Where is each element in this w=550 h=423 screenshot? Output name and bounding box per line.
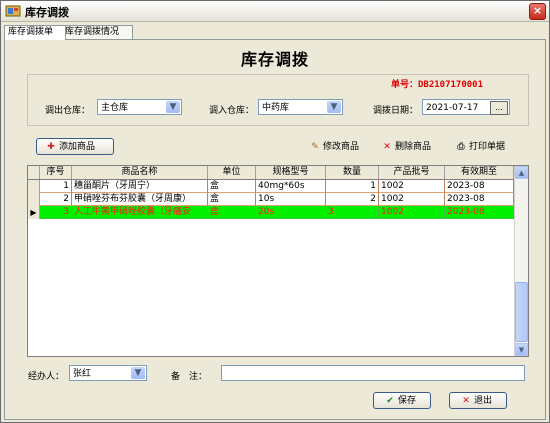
delete-item-label: 删除商品 <box>395 142 432 152</box>
edit-item-label: 修改商品 <box>323 142 360 152</box>
tab-transfer-status[interactable]: 库存调拨情况 <box>61 25 133 39</box>
delete-item-button[interactable]: ✕ 删除商品 <box>381 139 431 155</box>
plus-icon: ✚ <box>47 142 55 152</box>
chevron-down-icon[interactable]: ▼ <box>327 101 341 113</box>
add-item-label: 添加商品 <box>59 142 96 152</box>
col-header[interactable]: 序号 <box>40 166 72 179</box>
cell-qty: 1 <box>326 180 379 193</box>
cell-no: 1 <box>40 180 72 193</box>
print-button[interactable]: ⎙ 打印单据 <box>455 139 505 155</box>
cell-batch: 1002 <box>379 206 445 219</box>
cell-expiry: 2023-08 <box>445 206 514 219</box>
cell-name: 穗甾酮片（牙周宁） <box>72 180 208 193</box>
add-item-button[interactable]: ✚ 添加商品 <box>36 138 114 155</box>
out-warehouse-label: 调出仓库： <box>45 106 91 116</box>
row-pointer-icon: ▶ <box>28 206 40 219</box>
out-warehouse-value: 主仓库 <box>101 103 129 113</box>
table-header: 序号 商品名称 单位 规格型号 数量 产品批号 有效期至 <box>28 166 514 180</box>
cell-name: 甲硝唑芬布芬胶囊（牙周康） <box>72 193 208 206</box>
date-picker-button[interactable]: ... <box>490 101 508 115</box>
cell-qty: 3 <box>326 206 379 219</box>
close-x-icon: ✕ <box>462 396 470 406</box>
col-header[interactable]: 有效期至 <box>445 166 514 179</box>
remark-input[interactable] <box>221 365 525 381</box>
save-button[interactable]: ✔ 保存 <box>373 392 431 409</box>
exit-label: 退出 <box>474 396 493 406</box>
cell-unit: 盒 <box>208 206 256 219</box>
cell-unit: 盒 <box>208 180 256 193</box>
scroll-up-icon[interactable]: ▲ <box>515 166 528 179</box>
scroll-thumb[interactable] <box>515 282 528 342</box>
cell-spec: 20s <box>256 206 326 219</box>
cell-spec: 10s <box>256 193 326 206</box>
handler-label: 经办人： <box>28 372 65 382</box>
cell-batch: 1002 <box>379 180 445 193</box>
exit-button[interactable]: ✕ 退出 <box>449 392 507 409</box>
cell-no: 2 <box>40 193 72 206</box>
main-window: 库存调拨 × 库存调拨单 库存调拨情况 库存调拨 单号：DB2107170001… <box>0 0 550 423</box>
in-warehouse-select[interactable]: 中药库 ▼ <box>258 99 343 115</box>
cell-unit: 盒 <box>208 193 256 206</box>
transfer-date-input[interactable]: 2021-07-17 ... <box>422 99 510 115</box>
items-table[interactable]: 序号 商品名称 单位 规格型号 数量 产品批号 有效期至 1 穗甾酮片（牙周宁）… <box>27 165 529 357</box>
remark-label: 备 注： <box>171 372 208 382</box>
checkmark-icon: ✔ <box>386 396 394 406</box>
vertical-scrollbar[interactable]: ▲ ▼ <box>514 166 528 356</box>
cell-qty: 2 <box>326 193 379 206</box>
table-row-selected[interactable]: ▶ 3 人工牛黄甲硝唑胶囊（牙痛安 盒 20s 3 1002 2023-08 <box>28 206 514 219</box>
close-icon[interactable]: × <box>529 3 546 20</box>
tab-transfer-order[interactable]: 库存调拨单 <box>4 25 66 40</box>
transfer-date-label: 调拨日期： <box>373 106 419 116</box>
cell-spec: 40mg*60s <box>256 180 326 193</box>
col-header[interactable]: 产品批号 <box>379 166 445 179</box>
out-warehouse-select[interactable]: 主仓库 ▼ <box>97 99 182 115</box>
handler-value: 张红 <box>73 369 92 379</box>
col-header[interactable]: 商品名称 <box>72 166 208 179</box>
row-indicator <box>28 193 40 206</box>
main-panel: 库存调拨 单号：DB2107170001 调出仓库： 主仓库 ▼ 调入仓库： 中… <box>4 39 546 420</box>
table-row[interactable]: 2 甲硝唑芬布芬胶囊（牙周康） 盒 10s 2 1002 2023-08 <box>28 193 514 206</box>
chevron-down-icon[interactable]: ▼ <box>166 101 180 113</box>
transfer-date-value: 2021-07-17 <box>426 103 479 113</box>
scroll-down-icon[interactable]: ▼ <box>515 343 528 356</box>
col-header[interactable]: 数量 <box>326 166 379 179</box>
save-label: 保存 <box>398 396 417 406</box>
header-indicator <box>28 166 40 179</box>
col-header[interactable]: 单位 <box>208 166 256 179</box>
col-header[interactable]: 规格型号 <box>256 166 326 179</box>
edit-item-button[interactable]: ✎ 修改商品 <box>309 139 359 155</box>
window-title: 库存调拨 <box>25 6 69 19</box>
delete-x-icon: ✕ <box>383 142 391 152</box>
chevron-down-icon[interactable]: ▼ <box>131 367 145 379</box>
title-bar: 库存调拨 × <box>1 1 549 22</box>
app-icon <box>5 5 21 17</box>
cell-expiry: 2023-08 <box>445 180 514 193</box>
print-label: 打印单据 <box>469 142 506 152</box>
printer-icon: ⎙ <box>457 142 465 152</box>
table-row[interactable]: 1 穗甾酮片（牙周宁） 盒 40mg*60s 1 1002 2023-08 <box>28 180 514 193</box>
page-title: 库存调拨 <box>240 50 309 69</box>
pencil-icon: ✎ <box>311 142 319 152</box>
document-number: 单号：DB2107170001 <box>391 80 484 90</box>
cell-expiry: 2023-08 <box>445 193 514 206</box>
in-warehouse-value: 中药库 <box>262 103 290 113</box>
cell-batch: 1002 <box>379 193 445 206</box>
row-indicator <box>28 180 40 193</box>
cell-name: 人工牛黄甲硝唑胶囊（牙痛安 <box>72 206 208 219</box>
in-warehouse-label: 调入仓库： <box>209 106 255 116</box>
handler-select[interactable]: 张红 ▼ <box>69 365 147 381</box>
cell-no: 3 <box>40 206 72 219</box>
